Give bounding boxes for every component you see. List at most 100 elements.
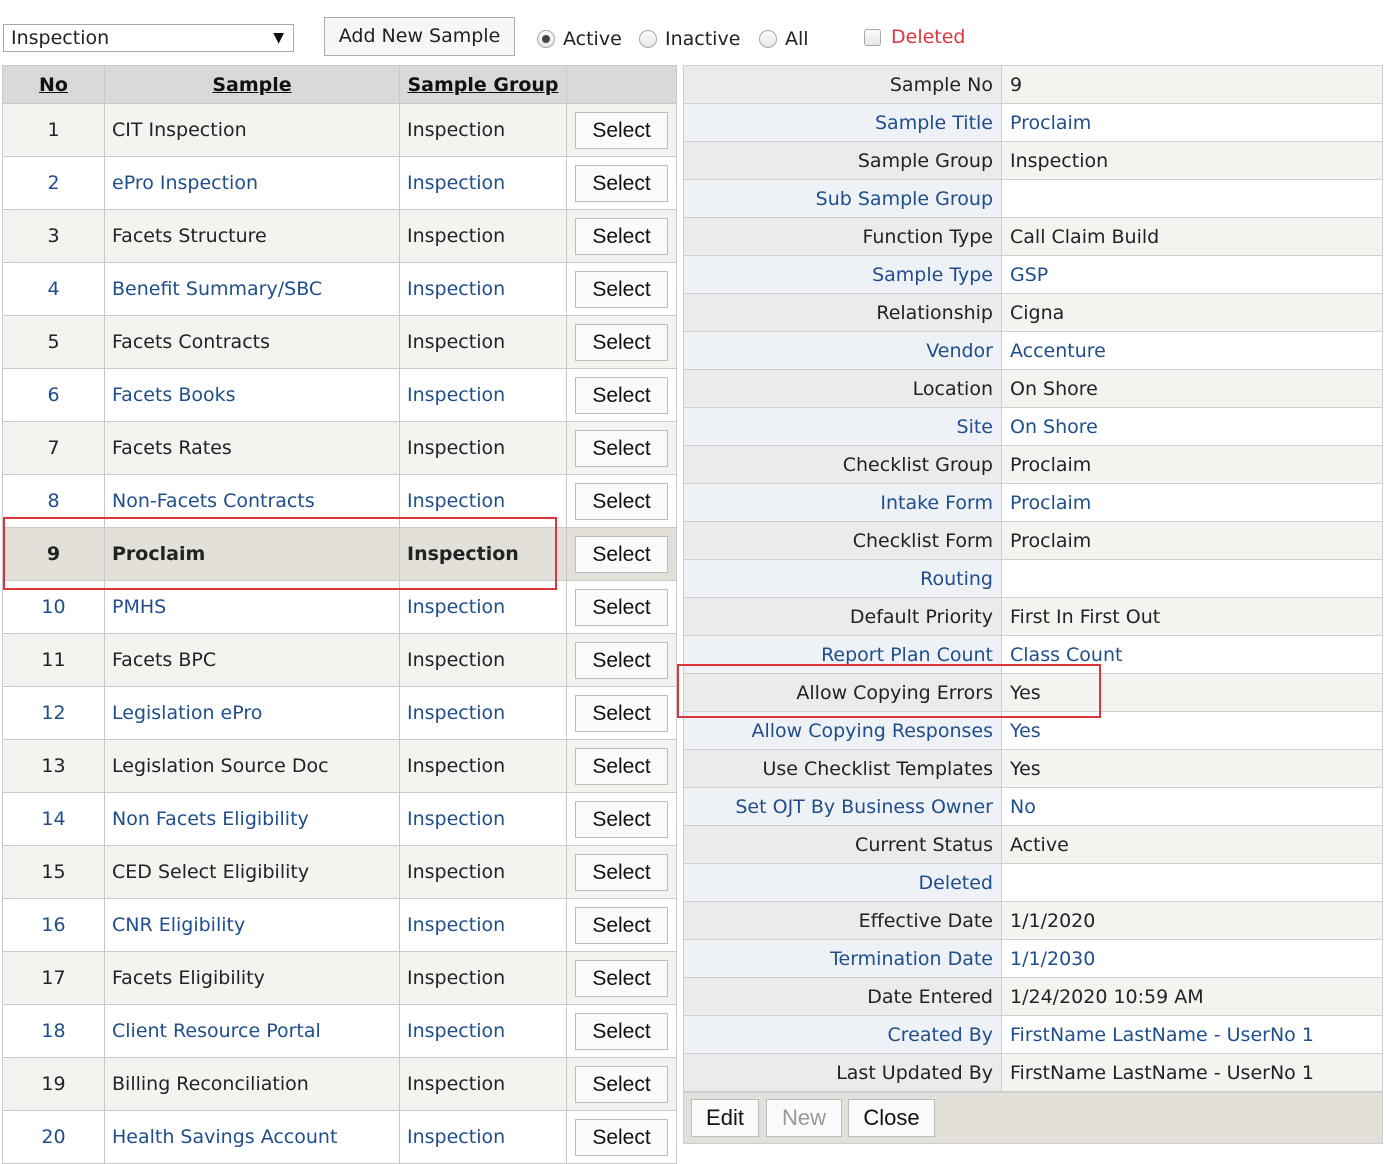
edit-button[interactable]: Edit bbox=[691, 1099, 759, 1137]
column-header-sample[interactable]: Sample bbox=[104, 65, 400, 104]
table-row[interactable]: 20 Health Savings Account Inspection Select bbox=[2, 1110, 677, 1164]
detail-label: Effective Date bbox=[683, 901, 1002, 940]
table-row[interactable]: 4 Benefit Summary/SBC Inspection Select bbox=[2, 262, 677, 316]
table-row[interactable]: 12 Legislation ePro Inspection Select bbox=[2, 686, 677, 740]
select-button[interactable]: Select bbox=[575, 535, 668, 573]
detail-value: No bbox=[1001, 787, 1383, 826]
select-button[interactable]: Select bbox=[575, 959, 668, 997]
row-sample: CNR Eligibility bbox=[104, 898, 400, 952]
select-button[interactable]: Select bbox=[575, 853, 668, 891]
detail-row: Set OJT By Business Owner No bbox=[683, 787, 1383, 826]
table-row[interactable]: 17 Facets Eligibility Inspection Select bbox=[2, 951, 677, 1005]
table-row[interactable]: 14 Non Facets Eligibility Inspection Select bbox=[2, 792, 677, 846]
detail-value: Proclaim bbox=[1001, 445, 1383, 484]
table-row[interactable]: 16 CNR Eligibility Inspection Select bbox=[2, 898, 677, 952]
row-sample: Non Facets Eligibility bbox=[104, 792, 400, 846]
new-button[interactable]: New bbox=[766, 1099, 842, 1137]
row-sample-group: Inspection bbox=[399, 527, 567, 581]
table-row[interactable]: 19 Billing Reconciliation Inspection Select bbox=[2, 1057, 677, 1111]
detail-row: Allow Copying Errors Yes bbox=[683, 673, 1383, 712]
detail-value bbox=[1001, 863, 1383, 902]
select-button[interactable]: Select bbox=[575, 800, 668, 838]
table-row[interactable]: 1 CIT Inspection Inspection Select bbox=[2, 103, 677, 157]
detail-label: Sample Group bbox=[683, 141, 1002, 180]
row-no: 5 bbox=[2, 315, 105, 369]
row-sample: Facets BPC bbox=[104, 633, 400, 687]
deleted-checkbox[interactable] bbox=[864, 28, 881, 46]
row-sample-group: Inspection bbox=[399, 580, 567, 634]
add-new-sample-button[interactable]: Add New Sample bbox=[324, 17, 515, 56]
select-button[interactable]: Select bbox=[575, 164, 668, 202]
sample-group-dropdown[interactable]: Inspection ▼ bbox=[3, 24, 294, 52]
row-action-cell: Select bbox=[566, 1057, 677, 1111]
select-button[interactable]: Select bbox=[575, 376, 668, 414]
table-row[interactable]: 6 Facets Books Inspection Select bbox=[2, 368, 677, 422]
select-button[interactable]: Select bbox=[575, 906, 668, 944]
table-row[interactable]: 5 Facets Contracts Inspection Select bbox=[2, 315, 677, 369]
column-header-sample-group[interactable]: Sample Group bbox=[399, 65, 567, 104]
detail-row: Sample Group Inspection bbox=[683, 141, 1383, 180]
select-button[interactable]: Select bbox=[575, 694, 668, 732]
close-button[interactable]: Close bbox=[848, 1099, 935, 1137]
detail-label: Last Updated By bbox=[683, 1053, 1002, 1092]
select-button[interactable]: Select bbox=[575, 429, 668, 467]
table-row[interactable]: 3 Facets Structure Inspection Select bbox=[2, 209, 677, 263]
detail-value: 1/1/2030 bbox=[1001, 939, 1383, 978]
table-row[interactable]: 2 ePro Inspection Inspection Select bbox=[2, 156, 677, 210]
radio-all[interactable]: All bbox=[759, 24, 809, 54]
select-button[interactable]: Select bbox=[575, 1012, 668, 1050]
row-sample: Legislation Source Doc bbox=[104, 739, 400, 793]
table-row[interactable]: 11 Facets BPC Inspection Select bbox=[2, 633, 677, 687]
table-row[interactable]: 10 PMHS Inspection Select bbox=[2, 580, 677, 634]
select-button[interactable]: Select bbox=[575, 588, 668, 626]
table-row[interactable]: 9 Proclaim Inspection Select bbox=[2, 527, 677, 581]
detail-value: 1/1/2020 bbox=[1001, 901, 1383, 940]
detail-value: Yes bbox=[1001, 673, 1383, 712]
detail-row: Allow Copying Responses Yes bbox=[683, 711, 1383, 750]
detail-row: Sample Title Proclaim bbox=[683, 103, 1383, 142]
detail-row: Sub Sample Group bbox=[683, 179, 1383, 218]
row-sample-group: Inspection bbox=[399, 898, 567, 952]
table-row[interactable]: 18 Client Resource Portal Inspection Select bbox=[2, 1004, 677, 1058]
detail-value: Yes bbox=[1001, 711, 1383, 750]
radio-inactive[interactable]: Inactive bbox=[639, 24, 740, 54]
radio-active[interactable]: Active bbox=[537, 24, 622, 54]
row-sample-group: Inspection bbox=[399, 368, 567, 422]
select-button[interactable]: Select bbox=[575, 747, 668, 785]
radio-inactive-circle[interactable] bbox=[639, 30, 657, 48]
select-button[interactable]: Select bbox=[575, 323, 668, 361]
row-action-cell: Select bbox=[566, 527, 677, 581]
select-button[interactable]: Select bbox=[575, 1065, 668, 1103]
detail-value: Proclaim bbox=[1001, 103, 1383, 142]
row-action-cell: Select bbox=[566, 580, 677, 634]
row-sample: Facets Contracts bbox=[104, 315, 400, 369]
detail-value: 1/24/2020 10:59 AM bbox=[1001, 977, 1383, 1016]
table-row[interactable]: 15 CED Select Eligibility Inspection Select bbox=[2, 845, 677, 899]
samples-grid: No Sample Sample Group 1 CIT Inspection In… bbox=[2, 65, 677, 1164]
detail-label: Allow Copying Responses bbox=[683, 711, 1002, 750]
table-row[interactable]: 7 Facets Rates Inspection Select bbox=[2, 421, 677, 475]
row-no: 10 bbox=[2, 580, 105, 634]
deleted-checkbox-group[interactable]: Deleted bbox=[864, 22, 966, 52]
select-button[interactable]: Select bbox=[575, 270, 668, 308]
column-header-no[interactable]: No bbox=[2, 65, 105, 104]
radio-all-circle[interactable] bbox=[759, 30, 777, 48]
detail-row: Location On Shore bbox=[683, 369, 1383, 408]
detail-value: Active bbox=[1001, 825, 1383, 864]
row-no: 6 bbox=[2, 368, 105, 422]
select-button[interactable]: Select bbox=[575, 1118, 668, 1156]
row-sample-group: Inspection bbox=[399, 103, 567, 157]
detail-label: Vendor bbox=[683, 331, 1002, 370]
detail-label: Use Checklist Templates bbox=[683, 749, 1002, 788]
select-button[interactable]: Select bbox=[575, 482, 668, 520]
radio-active-circle[interactable] bbox=[537, 30, 555, 48]
table-row[interactable]: 8 Non-Facets Contracts Inspection Select bbox=[2, 474, 677, 528]
select-button[interactable]: Select bbox=[575, 111, 668, 149]
row-no: 4 bbox=[2, 262, 105, 316]
detail-row: Function Type Call Claim Build bbox=[683, 217, 1383, 256]
detail-row: Default Priority First In First Out bbox=[683, 597, 1383, 636]
select-button[interactable]: Select bbox=[575, 217, 668, 255]
row-sample-group: Inspection bbox=[399, 1110, 567, 1164]
select-button[interactable]: Select bbox=[575, 641, 668, 679]
table-row[interactable]: 13 Legislation Source Doc Inspection Select bbox=[2, 739, 677, 793]
